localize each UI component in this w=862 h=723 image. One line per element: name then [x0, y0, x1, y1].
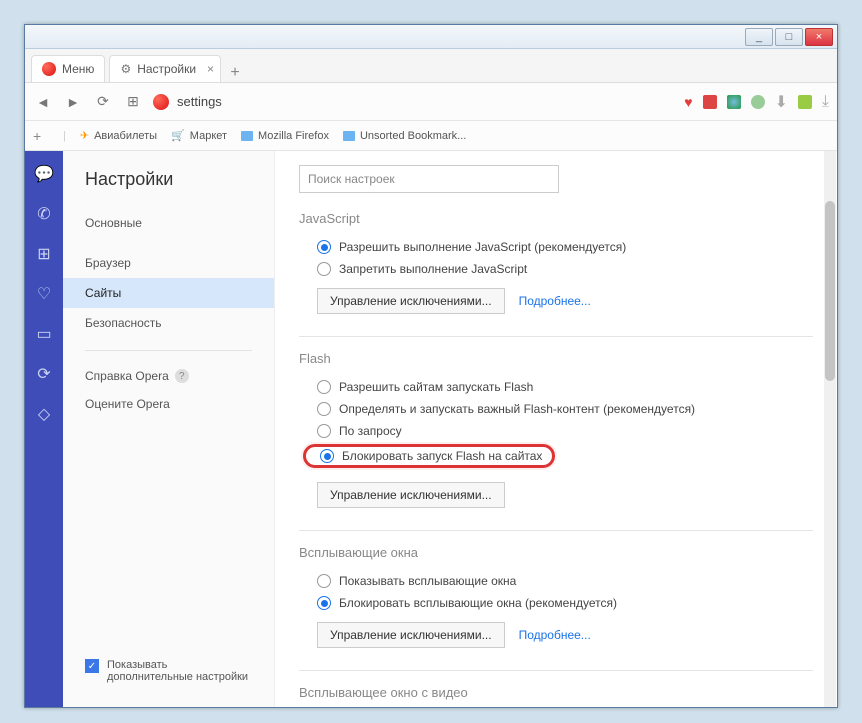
scrollbar[interactable]	[824, 151, 836, 707]
radio-off-icon	[317, 402, 331, 416]
add-bookmark-button[interactable]: +	[33, 128, 49, 144]
flash-manage-exceptions-button[interactable]: Управление исключениями...	[317, 482, 505, 508]
titlebar: _ □ ×	[25, 25, 837, 49]
flash-ondemand-radio[interactable]: По запросу	[299, 420, 813, 442]
history-icon[interactable]: ⟳	[35, 365, 53, 383]
news-icon[interactable]: ▭	[35, 325, 53, 343]
settings-main: Поиск настроек JavaScript Разрешить выпо…	[275, 151, 837, 707]
radio-on-icon	[317, 240, 331, 254]
section-javascript: JavaScript	[299, 211, 813, 226]
popups-manage-exceptions-button[interactable]: Управление исключениями...	[317, 622, 505, 648]
whatsapp-icon[interactable]: ✆	[35, 205, 53, 223]
radio-on-icon	[317, 596, 331, 610]
forward-button[interactable]: ►	[63, 92, 83, 112]
minimize-button[interactable]: _	[745, 28, 773, 46]
checkbox-checked-icon: ✓	[85, 659, 99, 673]
bookmark-heart-icon[interactable]: ♥	[684, 94, 692, 110]
new-tab-button[interactable]: +	[221, 64, 249, 82]
bookmarks-bar: + | ✈Авиабилеты 🛒Маркет Mozilla Firefox …	[25, 121, 837, 151]
popups-block-radio[interactable]: Блокировать всплывающие окна (рекомендуе…	[299, 592, 813, 614]
search-settings-input[interactable]: Поиск настроек	[299, 165, 559, 193]
close-tab-icon[interactable]: ×	[207, 62, 214, 76]
js-allow-radio[interactable]: Разрешить выполнение JavaScript (рекомен…	[299, 236, 813, 258]
menu-label: Меню	[62, 62, 94, 76]
radio-off-icon	[317, 574, 331, 588]
show-advanced-checkbox[interactable]: ✓ Показывать дополнительные настройки	[85, 659, 255, 683]
flash-detect-radio[interactable]: Определять и запускать важный Flash-конт…	[299, 398, 813, 420]
extension-icon[interactable]	[703, 95, 717, 109]
heart-icon[interactable]: ♡	[35, 285, 53, 303]
section-popup-video: Всплывающее окно с видео	[299, 685, 813, 700]
scrollbar-thumb[interactable]	[825, 201, 835, 381]
js-manage-exceptions-button[interactable]: Управление исключениями...	[317, 288, 505, 314]
radio-off-icon	[317, 380, 331, 394]
sidebar-help[interactable]: Справка Opera?	[63, 363, 274, 389]
address-text: settings	[177, 94, 222, 109]
popups-more-link[interactable]: Подробнее...	[519, 628, 591, 642]
flash-allow-radio[interactable]: Разрешить сайтам запускать Flash	[299, 376, 813, 398]
save-icon[interactable]: ⤓	[822, 93, 829, 111]
messenger-icon[interactable]: 💬	[35, 165, 53, 183]
extension-icon[interactable]	[727, 95, 741, 109]
sidebar-item-basic[interactable]: Основные	[63, 208, 274, 238]
sidebar-item-browser[interactable]: Браузер	[63, 248, 274, 278]
back-button[interactable]: ◄	[33, 92, 53, 112]
sidebar-item-sites[interactable]: Сайты	[63, 278, 274, 308]
address-input[interactable]: settings	[153, 94, 674, 110]
bookmark-item[interactable]: Mozilla Firefox	[241, 130, 329, 142]
js-deny-radio[interactable]: Запретить выполнение JavaScript	[299, 258, 813, 280]
menu-button[interactable]: Меню	[31, 55, 105, 82]
js-more-link[interactable]: Подробнее...	[519, 294, 591, 308]
speed-dial-button[interactable]: ⊞	[123, 92, 143, 112]
sidebar-item-security[interactable]: Безопасность	[63, 308, 274, 338]
help-icon: ?	[175, 369, 189, 383]
popups-show-radio[interactable]: Показывать всплывающие окна	[299, 570, 813, 592]
radio-off-icon	[317, 262, 331, 276]
opera-logo-icon	[42, 62, 56, 76]
extension-icon[interactable]	[751, 95, 765, 109]
tab-bar: Меню ⚙ Настройки × +	[25, 49, 837, 83]
cube-icon[interactable]: ◇	[35, 405, 53, 423]
bookmark-item[interactable]: 🛒Маркет	[171, 129, 227, 142]
sidebar-rate[interactable]: Оцените Opera	[63, 389, 274, 419]
bookmark-item[interactable]: ✈Авиабилеты	[80, 129, 157, 142]
tab-settings[interactable]: ⚙ Настройки ×	[109, 55, 221, 82]
extension-icon[interactable]	[798, 95, 812, 109]
section-flash: Flash	[299, 351, 813, 366]
section-popups: Всплывающие окна	[299, 545, 813, 560]
flash-block-radio-highlighted[interactable]: Блокировать запуск Flash на сайтах	[303, 444, 555, 468]
sidebar-title: Настройки	[63, 169, 274, 208]
maximize-button[interactable]: □	[775, 28, 803, 46]
speed-dial-icon[interactable]: ⊞	[35, 245, 53, 263]
address-bar: ◄ ► ⟳ ⊞ settings ♥ ⬇ ⤓	[25, 83, 837, 121]
folder-icon	[343, 131, 355, 141]
reload-button[interactable]: ⟳	[93, 92, 113, 112]
opera-logo-icon	[153, 94, 169, 110]
bookmark-item[interactable]: Unsorted Bookmark...	[343, 130, 466, 142]
folder-icon	[241, 131, 253, 141]
radio-off-icon	[317, 424, 331, 438]
close-button[interactable]: ×	[805, 28, 833, 46]
tab-settings-label: Настройки	[137, 62, 196, 76]
download-icon[interactable]: ⬇	[775, 92, 788, 112]
gear-icon: ⚙	[120, 62, 131, 76]
radio-on-icon	[320, 449, 334, 463]
side-rail: 💬 ✆ ⊞ ♡ ▭ ⟳ ◇	[25, 151, 63, 707]
settings-sidebar: Настройки Основные Браузер Сайты Безопас…	[63, 151, 275, 707]
